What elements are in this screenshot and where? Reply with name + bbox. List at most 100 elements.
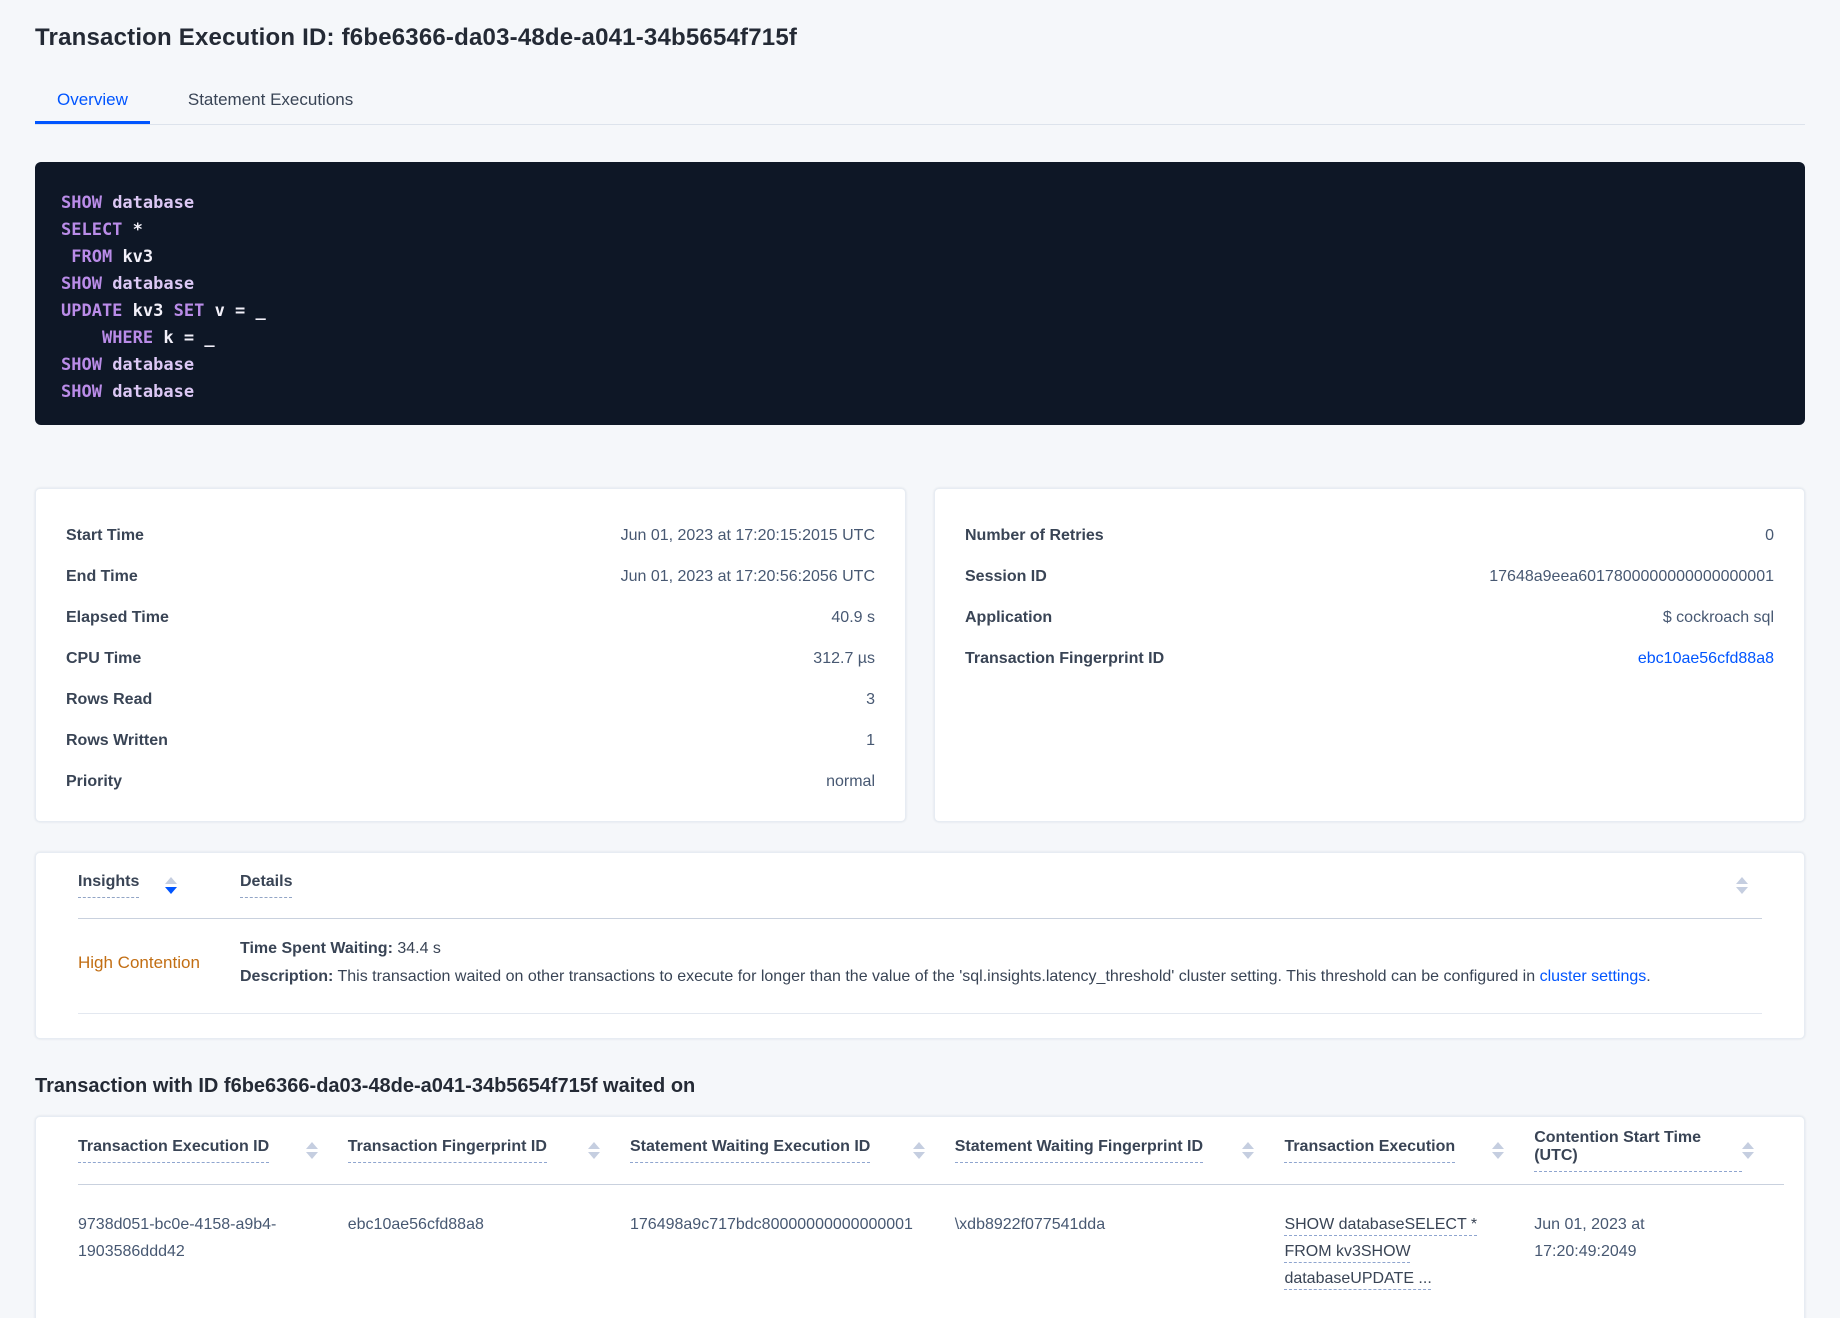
sql-line: SELECT * [61, 217, 1779, 244]
waited-on-heading: Transaction with ID f6be6366-da03-48de-a… [35, 1075, 696, 1097]
sort-icon[interactable] [305, 1142, 318, 1159]
summary-row-session-id: Session ID 17648a9eea6017800000000000000… [965, 556, 1774, 597]
sql-line: FROM kv3 [61, 244, 1779, 271]
sql-object: database [112, 274, 195, 294]
sort-icon[interactable] [1242, 1142, 1255, 1159]
summary-row-cpu-time: CPU Time 312.7 µs [66, 638, 875, 679]
session-id-value: 17648a9eea6017800000000000000001 [1489, 567, 1774, 585]
sql-statements-box: SHOW database SELECT * FROM kv3 SHOW dat… [35, 162, 1805, 425]
tab-overview[interactable]: Overview [35, 76, 150, 124]
description-label: Description: [240, 968, 334, 985]
description-text: This transaction waited on other transac… [333, 968, 1540, 985]
cell-txn-execution: SHOW databaseSELECT * FROM kv3SHOW datab… [1284, 1211, 1534, 1292]
sql-line: SHOW database [61, 271, 1779, 298]
insight-details: Time Spent Waiting: 34.4 s Description: … [240, 935, 1736, 991]
application-label: Application [965, 608, 1053, 626]
col-header-txn-execution-id[interactable]: Transaction Execution ID [78, 1138, 348, 1163]
rows-read-label: Rows Read [66, 690, 153, 708]
sql-keyword: SHOW [61, 382, 113, 402]
waited-table-header: Transaction Execution ID Transaction Fin… [78, 1117, 1784, 1185]
timing-summary-card: Start Time Jun 01, 2023 at 17:20:15:2015… [35, 488, 906, 822]
sql-keyword: SET [173, 301, 215, 321]
cluster-settings-link[interactable]: cluster settings [1540, 968, 1647, 985]
time-spent-waiting-label: Time Spent Waiting: [240, 940, 393, 957]
page-header: Transaction Execution ID: f6be6366-da03-… [0, 0, 1840, 125]
summary-row-start-time: Start Time Jun 01, 2023 at 17:20:15:2015… [66, 515, 875, 556]
col-header-stmt-waiting-fingerprint-id[interactable]: Statement Waiting Fingerprint ID [954, 1138, 1285, 1163]
cell-stmt-waiting-fingerprint-id: \xdb8922f077541dda [954, 1216, 1106, 1233]
sort-icon[interactable] [1492, 1142, 1505, 1159]
sql-text: v = _ [214, 301, 266, 321]
sql-keyword: UPDATE [61, 301, 133, 321]
sql-keyword: SHOW [61, 193, 113, 213]
retries-label: Number of Retries [965, 526, 1104, 544]
sql-text: kv3 [132, 301, 174, 321]
page-title: Transaction Execution ID: f6be6366-da03-… [35, 24, 798, 51]
txn-fingerprint-link[interactable]: ebc10ae56cfd88a8 [1638, 650, 1774, 668]
summary-row-priority: Priority normal [66, 761, 875, 802]
sort-icon[interactable] [1736, 877, 1748, 894]
priority-value: normal [826, 772, 875, 790]
session-summary-card: Number of Retries 0 Session ID 17648a9ee… [934, 488, 1805, 822]
sql-keyword: SHOW [61, 355, 113, 375]
sql-text: k = _ [163, 328, 215, 348]
txn-execution-statement-link[interactable]: SHOW databaseSELECT * FROM kv3SHOW datab… [1284, 1216, 1477, 1287]
rows-written-label: Rows Written [66, 731, 168, 749]
description-line: Description: This transaction waited on … [240, 963, 1736, 991]
end-time-label: End Time [66, 567, 138, 585]
col-header-stmt-waiting-execution-id[interactable]: Statement Waiting Execution ID [630, 1138, 955, 1163]
cell-txn-fingerprint-id: ebc10ae56cfd88a8 [347, 1216, 484, 1233]
sql-line: SHOW database [61, 379, 1779, 406]
sort-icon[interactable] [588, 1142, 600, 1159]
retries-value: 0 [1765, 526, 1774, 544]
col-header-txn-execution[interactable]: Transaction Execution [1284, 1138, 1534, 1163]
insights-card: Insights Details High Contention Time Sp… [35, 852, 1805, 1039]
summary-row-end-time: End Time Jun 01, 2023 at 17:20:56:2056 U… [66, 556, 875, 597]
sql-keyword: SHOW [61, 274, 113, 294]
session-id-label: Session ID [965, 567, 1047, 585]
sql-text: kv3 [122, 247, 154, 267]
tab-statement-executions[interactable]: Statement Executions [166, 76, 375, 124]
insight-row: High Contention Time Spent Waiting: 34.4… [78, 919, 1762, 1014]
edge-sort-header[interactable] [1736, 877, 1762, 894]
summary-row-elapsed-time: Elapsed Time 40.9 s [66, 597, 875, 638]
sql-line: SHOW database [61, 352, 1779, 379]
col-header-contention-start-time[interactable]: Contention Start Time (UTC) [1534, 1129, 1784, 1172]
sql-text: * [132, 220, 143, 240]
time-spent-waiting-value: 34.4 s [392, 940, 441, 957]
insight-type-badge: High Contention [78, 953, 200, 972]
sort-desc-icon[interactable] [165, 877, 178, 894]
tab-bar: Overview Statement Executions [35, 76, 1805, 125]
cpu-time-value: 312.7 µs [813, 649, 875, 667]
start-time-label: Start Time [66, 526, 144, 544]
waited-on-table-card: Transaction Execution ID Transaction Fin… [35, 1116, 1805, 1318]
start-time-value: Jun 01, 2023 at 17:20:15:2015 UTC [620, 526, 875, 544]
transaction-details-page: Transaction Execution ID: f6be6366-da03-… [0, 0, 1840, 1318]
waited-table-row: 9738d051-bc0e-4158-a9b4-1903586ddd42 ebc… [78, 1185, 1784, 1318]
rows-read-value: 3 [866, 690, 875, 708]
insights-column-header[interactable]: Insights [78, 873, 240, 898]
sql-object: database [112, 382, 195, 402]
sql-object: database [112, 355, 195, 375]
sql-object: database [112, 193, 195, 213]
summary-cards-row: Start Time Jun 01, 2023 at 17:20:15:2015… [35, 488, 1805, 822]
cell-txn-execution-id: 9738d051-bc0e-4158-a9b4-1903586ddd42 [78, 1216, 277, 1260]
sort-icon[interactable] [1742, 1142, 1754, 1159]
end-time-value: Jun 01, 2023 at 17:20:56:2056 UTC [620, 567, 875, 585]
sql-keyword: WHERE [101, 328, 164, 348]
txn-fingerprint-label: Transaction Fingerprint ID [965, 649, 1165, 667]
cell-contention-start-time: Jun 01, 2023 at 17:20:49:2049 [1534, 1216, 1645, 1260]
time-spent-waiting-line: Time Spent Waiting: 34.4 s [240, 935, 1736, 963]
summary-row-rows-written: Rows Written 1 [66, 720, 875, 761]
sql-line: UPDATE kv3 SET v = _ [61, 298, 1779, 325]
sort-icon[interactable] [912, 1142, 925, 1159]
sql-line: WHERE k = _ [61, 325, 1779, 352]
summary-row-rows-read: Rows Read 3 [66, 679, 875, 720]
application-value: $ cockroach sql [1662, 608, 1774, 626]
rows-written-value: 1 [866, 731, 875, 749]
cell-stmt-waiting-execution-id: 176498a9c717bdc80000000000000001 [630, 1216, 913, 1233]
details-column-header[interactable]: Details [240, 873, 1736, 898]
col-header-txn-fingerprint-id[interactable]: Transaction Fingerprint ID [347, 1138, 630, 1163]
